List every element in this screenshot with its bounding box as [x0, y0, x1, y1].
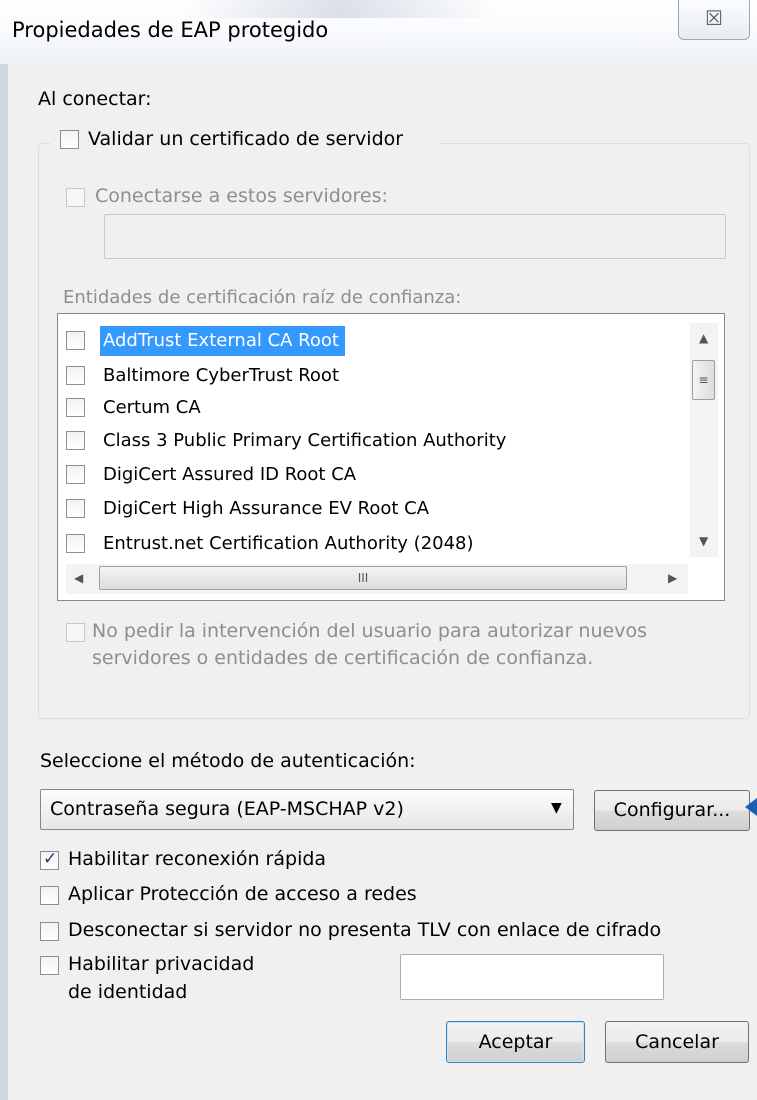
list-item[interactable]: Entrust.net Certification Authority (204…: [66, 529, 686, 561]
list-item[interactable]: DigiCert Assured ID Root CA: [66, 460, 686, 492]
list-item-checkbox[interactable]: [66, 499, 85, 518]
connect-heading: Al conectar:: [38, 88, 152, 110]
list-item[interactable]: Certum CA: [66, 393, 686, 425]
list-item-label: AddTrust External CA Root: [100, 326, 345, 356]
list-item-label: DigiCert Assured ID Root CA: [103, 464, 357, 485]
identity-input[interactable]: [400, 954, 664, 1000]
scroll-up-icon[interactable]: ▲: [699, 331, 708, 345]
disconnect-tlv-checkbox[interactable]: [40, 922, 59, 941]
list-item-label: Baltimore CyberTrust Root: [103, 365, 340, 386]
list-item[interactable]: AddTrust External CA Root: [66, 326, 686, 358]
fast-reconnect-checkbox[interactable]: [40, 849, 59, 870]
list-item-checkbox[interactable]: [66, 465, 85, 484]
nap-checkbox[interactable]: [40, 886, 59, 905]
servers-input: [104, 214, 726, 259]
ok-button[interactable]: Aceptar: [446, 1021, 585, 1063]
vertical-scrollbar[interactable]: [690, 323, 718, 557]
title-bar-glow: [180, 0, 500, 18]
vertical-scroll-thumb[interactable]: ≡: [692, 360, 715, 400]
identity-privacy-checkbox[interactable]: [40, 956, 59, 975]
close-icon: ☒: [705, 6, 723, 30]
cancel-button[interactable]: Cancelar: [605, 1021, 749, 1063]
validate-cert-checkbox[interactable]: [60, 130, 79, 149]
list-item-label: Certum CA: [103, 397, 201, 418]
configure-button[interactable]: Configurar...: [594, 790, 750, 831]
no-prompt-label-line1: No pedir la intervención del usuario par…: [92, 620, 647, 642]
list-item-checkbox[interactable]: [66, 331, 85, 350]
scroll-right-icon[interactable]: ▶: [668, 571, 677, 585]
list-item[interactable]: DigiCert High Assurance EV Root CA: [66, 494, 686, 526]
auth-method-heading: Seleccione el método de autenticación:: [40, 750, 416, 772]
list-item[interactable]: Baltimore CyberTrust Root: [66, 361, 686, 393]
scroll-down-icon[interactable]: ▼: [699, 534, 708, 548]
trusted-roots-label: Entidades de certificación raíz de confi…: [63, 287, 462, 308]
chevron-down-icon: ▼: [551, 800, 562, 816]
connect-servers-label: Conectarse a estos servidores:: [95, 185, 388, 207]
horizontal-scroll-thumb[interactable]: III: [99, 566, 627, 590]
no-prompt-label-line2: servidores o entidades de certificación …: [92, 647, 594, 669]
close-button[interactable]: ☒: [678, 0, 750, 40]
fast-reconnect-label: Habilitar reconexión rápida: [68, 848, 327, 870]
disconnect-tlv-label: Desconectar si servidor no presenta TLV …: [68, 919, 662, 941]
list-item-label: Class 3 Public Primary Certification Aut…: [103, 430, 507, 451]
auth-method-select[interactable]: Contraseña segura (EAP-MSCHAP v2) ▼: [40, 789, 574, 830]
list-item-checkbox[interactable]: [66, 534, 85, 553]
no-prompt-checkbox: [66, 623, 85, 642]
list-item-checkbox[interactable]: [66, 398, 85, 417]
list-item-checkbox[interactable]: [66, 366, 85, 385]
window-title: Propiedades de EAP protegido: [12, 18, 329, 42]
list-item[interactable]: Class 3 Public Primary Certification Aut…: [66, 426, 686, 458]
callout-arrow-icon: [745, 795, 757, 819]
auth-method-value: Contraseña segura (EAP-MSCHAP v2): [50, 798, 404, 820]
list-item-checkbox[interactable]: [66, 431, 85, 450]
connect-servers-checkbox: [66, 188, 85, 207]
scroll-left-icon[interactable]: ◀: [74, 571, 83, 585]
nap-label: Aplicar Protección de acceso a redes: [68, 883, 417, 905]
identity-privacy-label-line2: de identidad: [68, 981, 188, 1003]
list-item-label: DigiCert High Assurance EV Root CA: [103, 498, 430, 519]
list-item-label: Entrust.net Certification Authority (204…: [103, 533, 474, 554]
validate-cert-label: Validar un certificado de servidor: [88, 128, 404, 150]
window-left-edge: [0, 64, 8, 1100]
identity-privacy-label-line1: Habilitar privacidad: [68, 953, 255, 975]
